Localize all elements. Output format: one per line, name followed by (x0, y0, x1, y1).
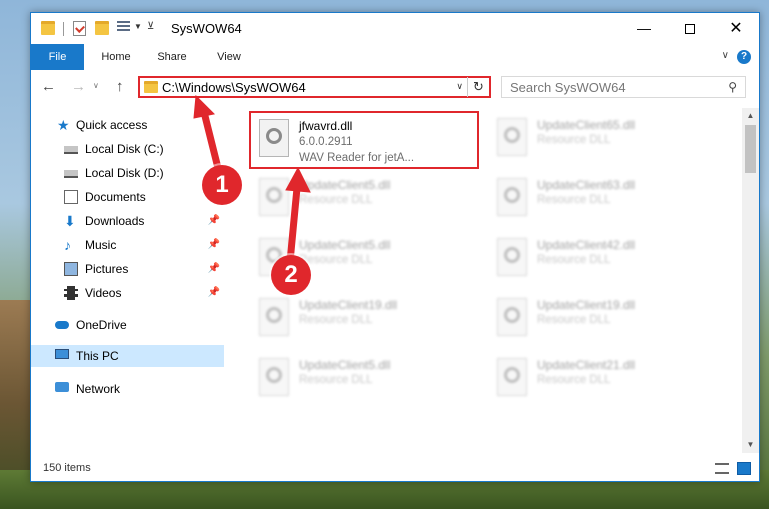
arrow-1-shaft (200, 111, 222, 169)
arrow-2-shaft (286, 187, 301, 263)
arrow-1-head (193, 94, 216, 119)
arrow-2-head (285, 166, 311, 193)
annotation-badge-2: 2 (271, 255, 311, 295)
annotation-badge-1: 1 (202, 165, 242, 205)
annotation-arrows (193, 94, 311, 263)
